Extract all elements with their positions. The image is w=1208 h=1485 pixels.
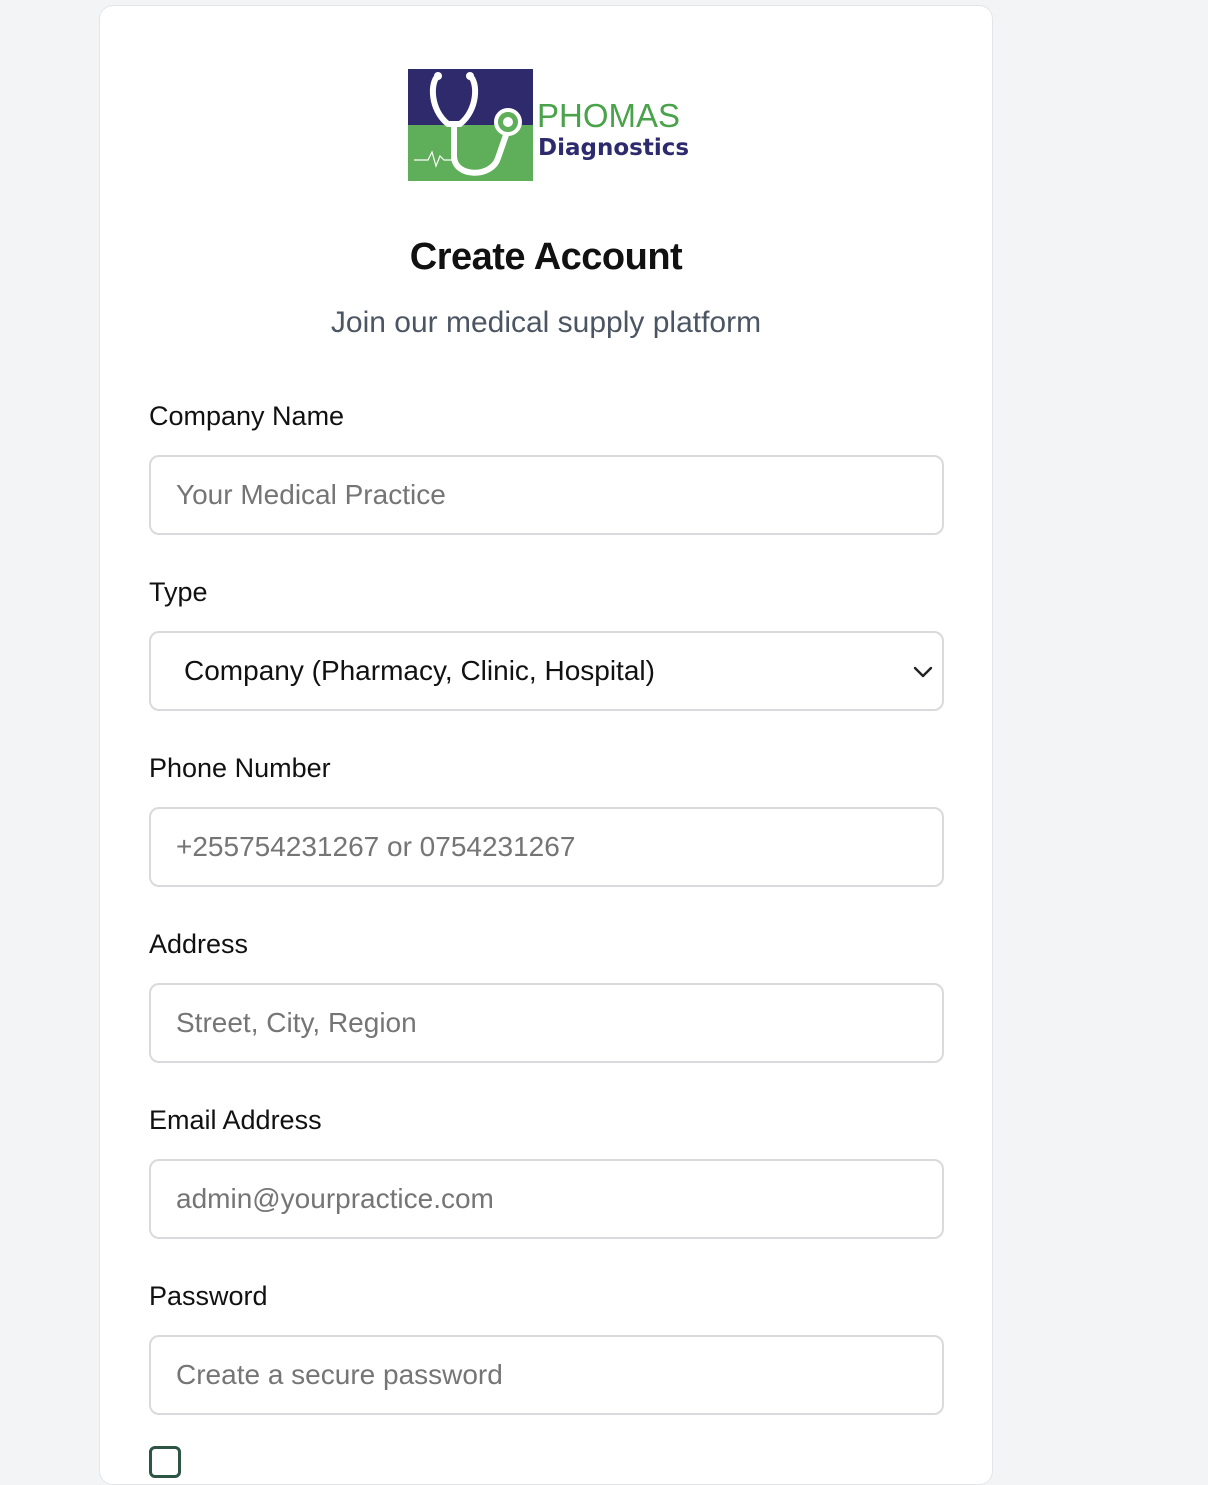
address-placeholder: Street, City, Region — [176, 1007, 417, 1038]
address-label: Address — [149, 929, 249, 959]
type-label: Type — [149, 577, 208, 607]
password-input[interactable]: Create a secure password — [149, 1335, 944, 1415]
signup-card: PHOMAS Diagnostics Create Account Join o… — [99, 5, 993, 1485]
terms-checkbox[interactable] — [149, 1446, 181, 1478]
svg-text:Diagnostics: Diagnostics — [538, 135, 689, 161]
phone-label: Phone Number — [149, 753, 331, 783]
email-input[interactable]: admin@yourpractice.com — [149, 1159, 944, 1239]
page-title: Create Account — [409, 236, 683, 278]
company-name-placeholder: Your Medical Practice — [176, 479, 446, 510]
phone-input[interactable]: +255754231267 or 0754231267 — [149, 807, 944, 887]
company-name-input[interactable]: Your Medical Practice — [149, 455, 944, 535]
email-label: Email Address — [149, 1105, 322, 1135]
type-select-value: Company (Pharmacy, Clinic, Hospital) — [184, 655, 655, 686]
address-input[interactable]: Street, City, Region — [149, 983, 944, 1063]
type-select[interactable]: Company (Pharmacy, Clinic, Hospital) — [149, 631, 944, 711]
chevron-down-icon — [913, 666, 933, 678]
email-placeholder: admin@yourpractice.com — [176, 1183, 494, 1214]
password-placeholder: Create a secure password — [176, 1359, 503, 1390]
phone-placeholder: +255754231267 or 0754231267 — [176, 831, 576, 862]
phomas-diagnostics-logo: PHOMAS Diagnostics — [408, 60, 692, 188]
svg-text:PHOMAS: PHOMAS — [537, 97, 680, 134]
company-name-label: Company Name — [149, 401, 345, 431]
page-subtitle: Join our medical supply platform — [330, 306, 762, 339]
password-label: Password — [149, 1281, 268, 1311]
stethoscope-logo-icon: PHOMAS Diagnostics — [408, 60, 692, 188]
